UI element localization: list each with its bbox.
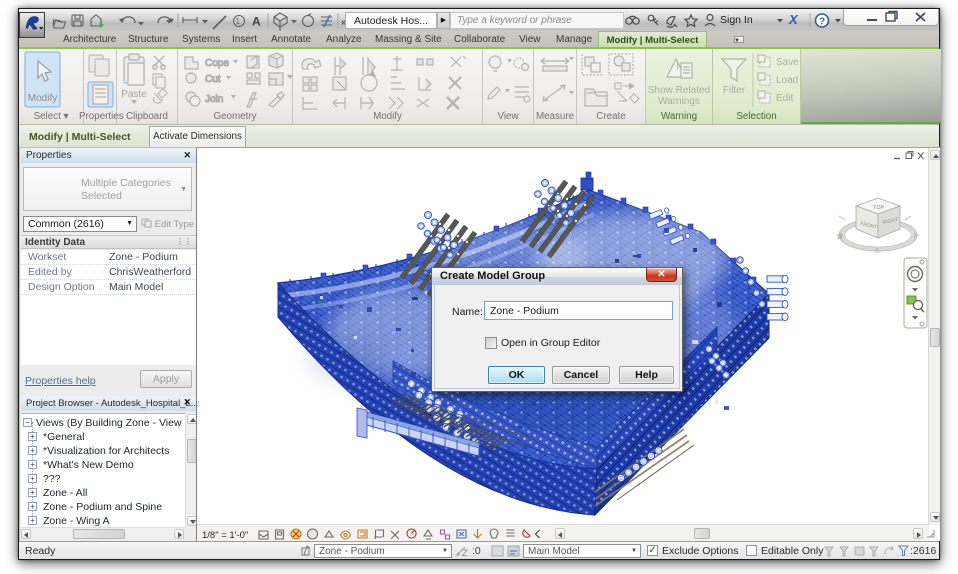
svg-text:?: ? — [819, 17, 825, 28]
svg-text:Load: Load — [776, 75, 798, 86]
svg-text:Z: Z — [461, 548, 468, 558]
svg-text:1: 1 — [236, 17, 241, 26]
svg-text:A: A — [252, 15, 261, 29]
svg-text:Paste: Paste — [121, 89, 147, 100]
svg-text:Modify: Modify — [28, 93, 57, 104]
svg-text:Edit: Edit — [776, 93, 793, 104]
svg-text:Save: Save — [776, 57, 799, 68]
svg-text:Cope: Cope — [205, 58, 229, 69]
svg-text:Warnings: Warnings — [658, 96, 700, 107]
svg-text:Cut: Cut — [205, 74, 221, 85]
svg-text:Filter: Filter — [723, 85, 746, 96]
svg-text:Show Related: Show Related — [648, 85, 710, 96]
svg-text:TOP: TOP — [873, 205, 885, 211]
svg-text:W: W — [837, 235, 843, 241]
svg-text:Join: Join — [205, 94, 223, 105]
svg-text:S: S — [875, 249, 879, 255]
svg-text:!: ! — [676, 61, 679, 71]
